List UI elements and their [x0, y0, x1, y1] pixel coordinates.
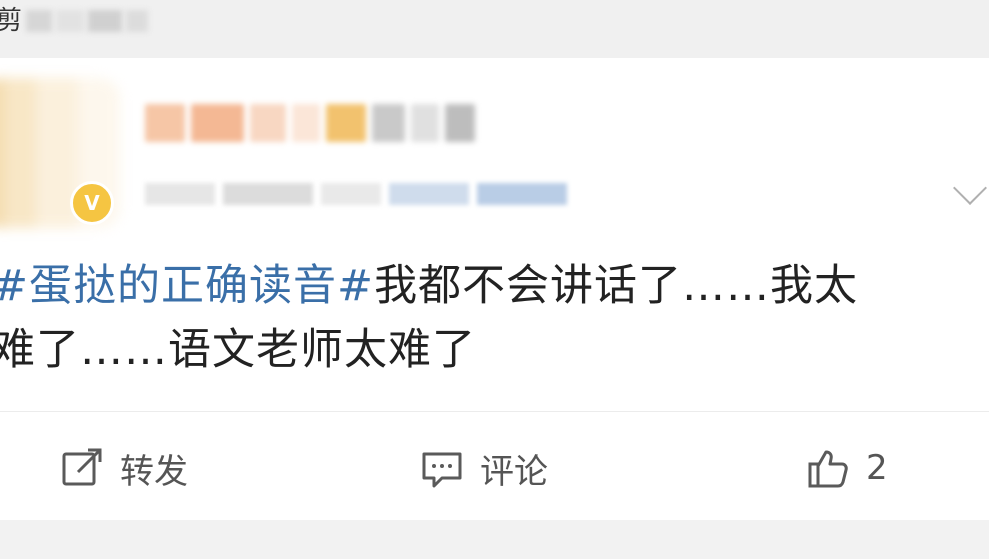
blur-block	[477, 183, 567, 205]
top-partial-label: 剪	[0, 6, 23, 36]
like-count: 2	[866, 448, 888, 488]
post-card: V #蛋挞的正确读音#我都不会讲话了……我太 难了……语文老师太难了 转发 评论…	[0, 58, 989, 520]
repost-button[interactable]: 转发	[60, 428, 188, 508]
blur-block	[250, 104, 287, 142]
post-body-line1: 我都不会讲话了……我太	[374, 261, 859, 311]
blur-block	[223, 183, 313, 205]
blur-block	[145, 104, 185, 142]
post-body-line2: 难了……语文老师太难了	[0, 325, 476, 375]
blur-block	[56, 10, 85, 32]
blurred-top-label: 剪	[0, 6, 149, 36]
repost-label: 转发	[120, 451, 188, 492]
username-blurred[interactable]	[145, 98, 475, 148]
divider	[0, 411, 989, 412]
blur-block	[126, 10, 149, 32]
blur-block	[190, 104, 245, 142]
like-button[interactable]: 2	[806, 428, 888, 508]
blur-block	[325, 104, 366, 142]
post-body: #蛋挞的正确读音#我都不会讲话了……我太 难了……语文老师太难了	[0, 254, 989, 382]
blur-block	[389, 183, 469, 205]
post-meta-blurred	[145, 176, 575, 212]
comment-icon	[420, 446, 464, 490]
post-header: V	[0, 58, 989, 238]
hashtag-link[interactable]: #蛋挞的正确读音#	[0, 261, 374, 311]
vip-badge-icon: V	[70, 181, 114, 225]
blur-block	[292, 104, 320, 142]
share-edit-icon	[60, 446, 104, 490]
blur-block	[88, 10, 123, 32]
blur-block	[445, 104, 475, 142]
comment-button[interactable]: 评论	[420, 428, 548, 508]
blur-block	[411, 104, 440, 142]
action-bar: 转发 评论 2	[0, 428, 989, 508]
chevron-down-icon[interactable]	[953, 171, 987, 205]
blur-block	[26, 10, 53, 32]
comment-label: 评论	[480, 451, 548, 492]
blur-block	[145, 183, 215, 205]
bottom-strip	[0, 520, 989, 559]
thumbs-up-icon	[806, 446, 850, 490]
top-strip: 剪	[0, 0, 989, 58]
blur-block	[321, 183, 381, 205]
blur-block	[371, 104, 406, 142]
